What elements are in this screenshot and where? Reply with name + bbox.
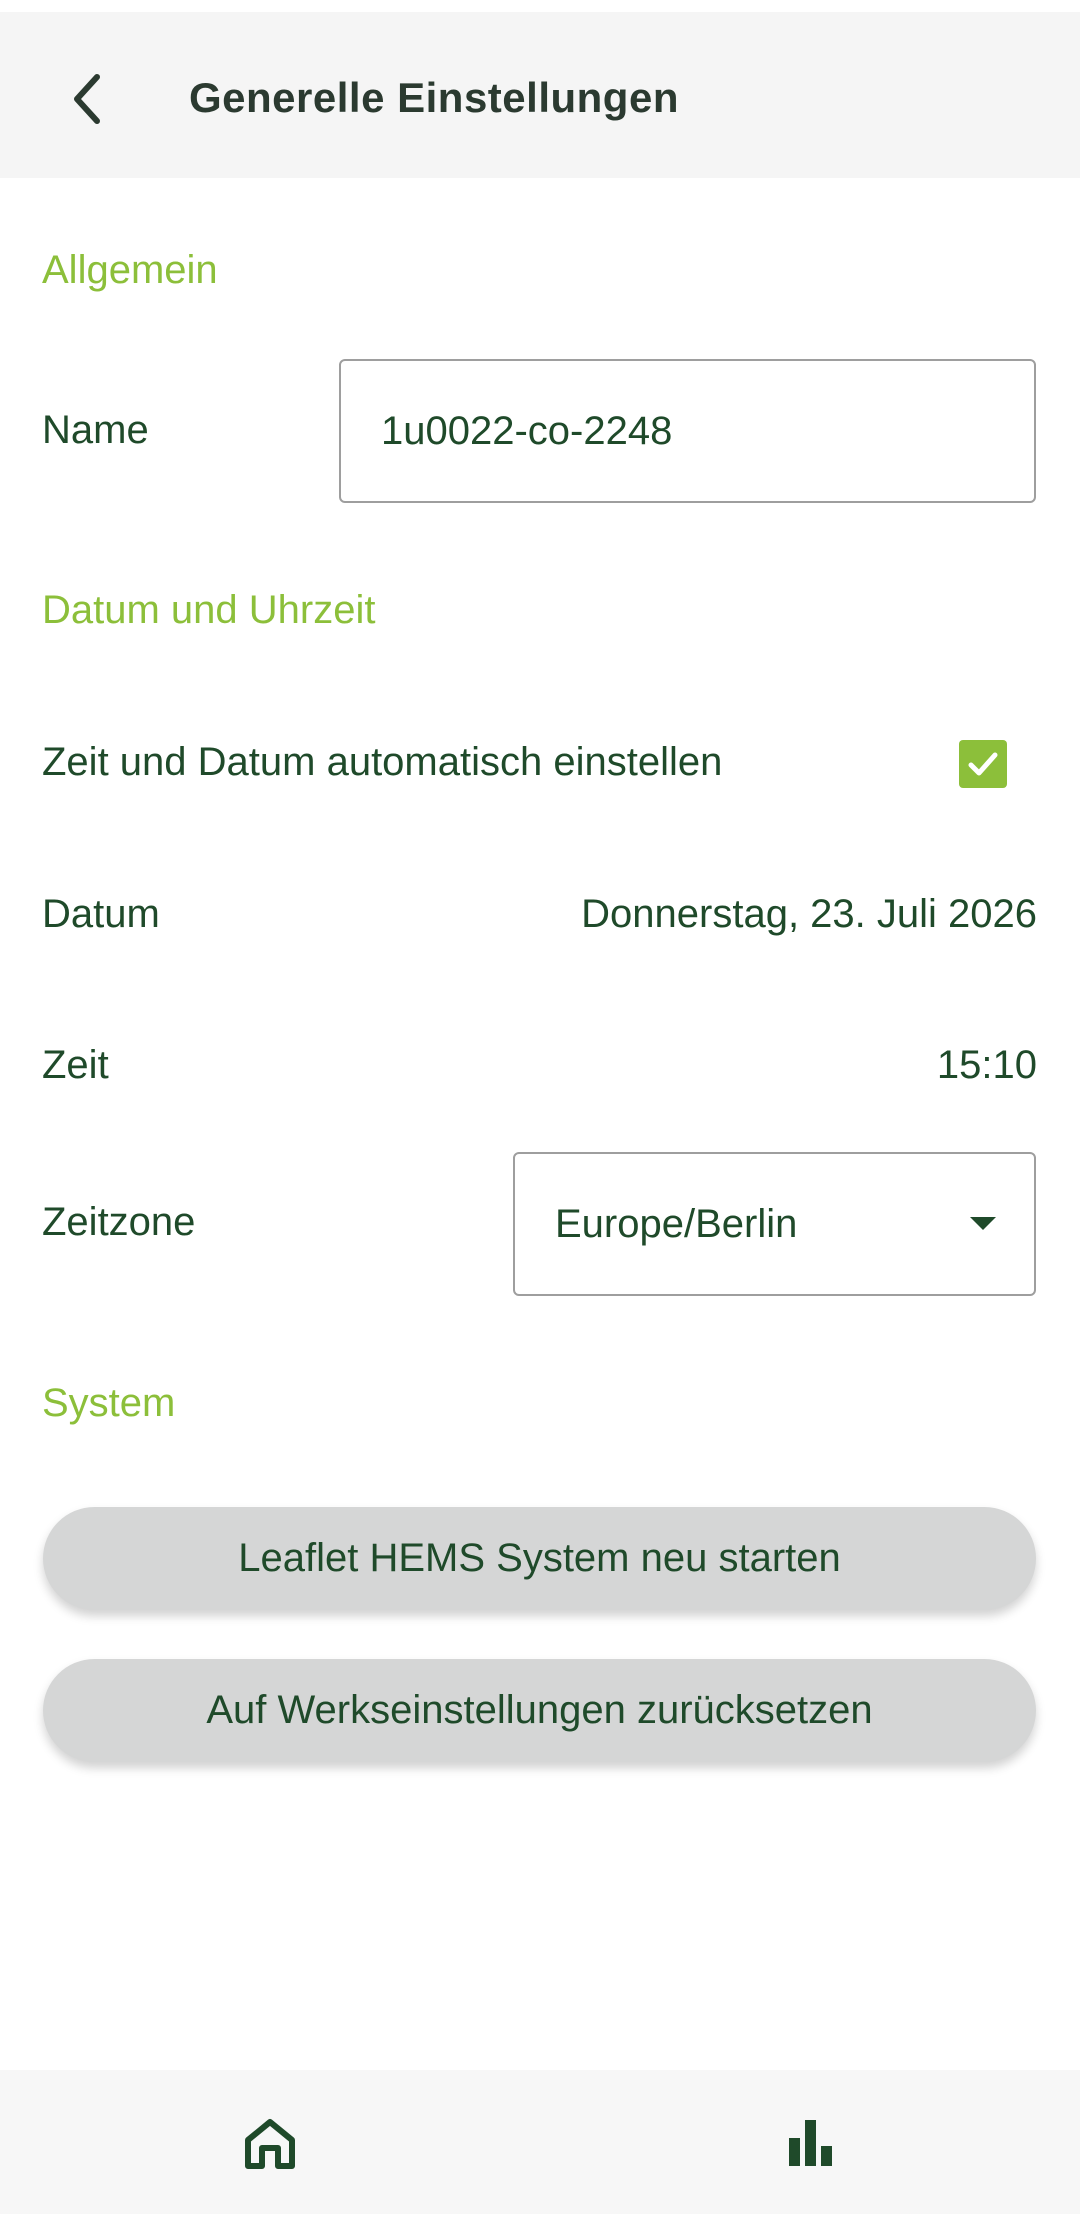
section-system-heading: System: [42, 1381, 176, 1425]
app-header: Generelle Einstellungen: [0, 12, 1080, 178]
time-value: 15:10: [936, 1043, 1037, 1087]
date-value: Donnerstag, 23. Juli 2026: [581, 892, 1037, 936]
page-title: Generelle Einstellungen: [189, 74, 679, 121]
timezone-select[interactable]: Europe/Berlin: [513, 1152, 1036, 1296]
back-button[interactable]: [52, 64, 122, 134]
checkmark-icon: [968, 752, 998, 776]
section-datetime-heading: Datum und Uhrzeit: [42, 588, 376, 632]
restart-system-button[interactable]: Leaflet HEMS System neu starten: [43, 1507, 1036, 1610]
timezone-selected-value: Europe/Berlin: [555, 1202, 798, 1246]
time-label: Zeit: [42, 1043, 109, 1087]
home-icon: [245, 2119, 295, 2169]
nav-home-button[interactable]: [238, 2110, 302, 2174]
name-input[interactable]: [339, 359, 1036, 503]
nav-statistics-button[interactable]: [779, 2110, 843, 2174]
chevron-left-icon: [74, 74, 100, 124]
auto-time-label: Zeit und Datum automatisch einstellen: [42, 740, 723, 784]
auto-time-checkbox[interactable]: [959, 740, 1007, 788]
factory-reset-button[interactable]: Auf Werkseinstellungen zurücksetzen: [43, 1659, 1036, 1762]
date-label: Datum: [42, 892, 160, 936]
bottom-navigation: [0, 2070, 1080, 2214]
section-general-heading: Allgemein: [42, 248, 218, 292]
dropdown-arrow-icon: [970, 1217, 996, 1230]
name-label: Name: [42, 408, 149, 452]
bar-chart-icon: [789, 2120, 832, 2166]
timezone-label: Zeitzone: [42, 1200, 196, 1244]
